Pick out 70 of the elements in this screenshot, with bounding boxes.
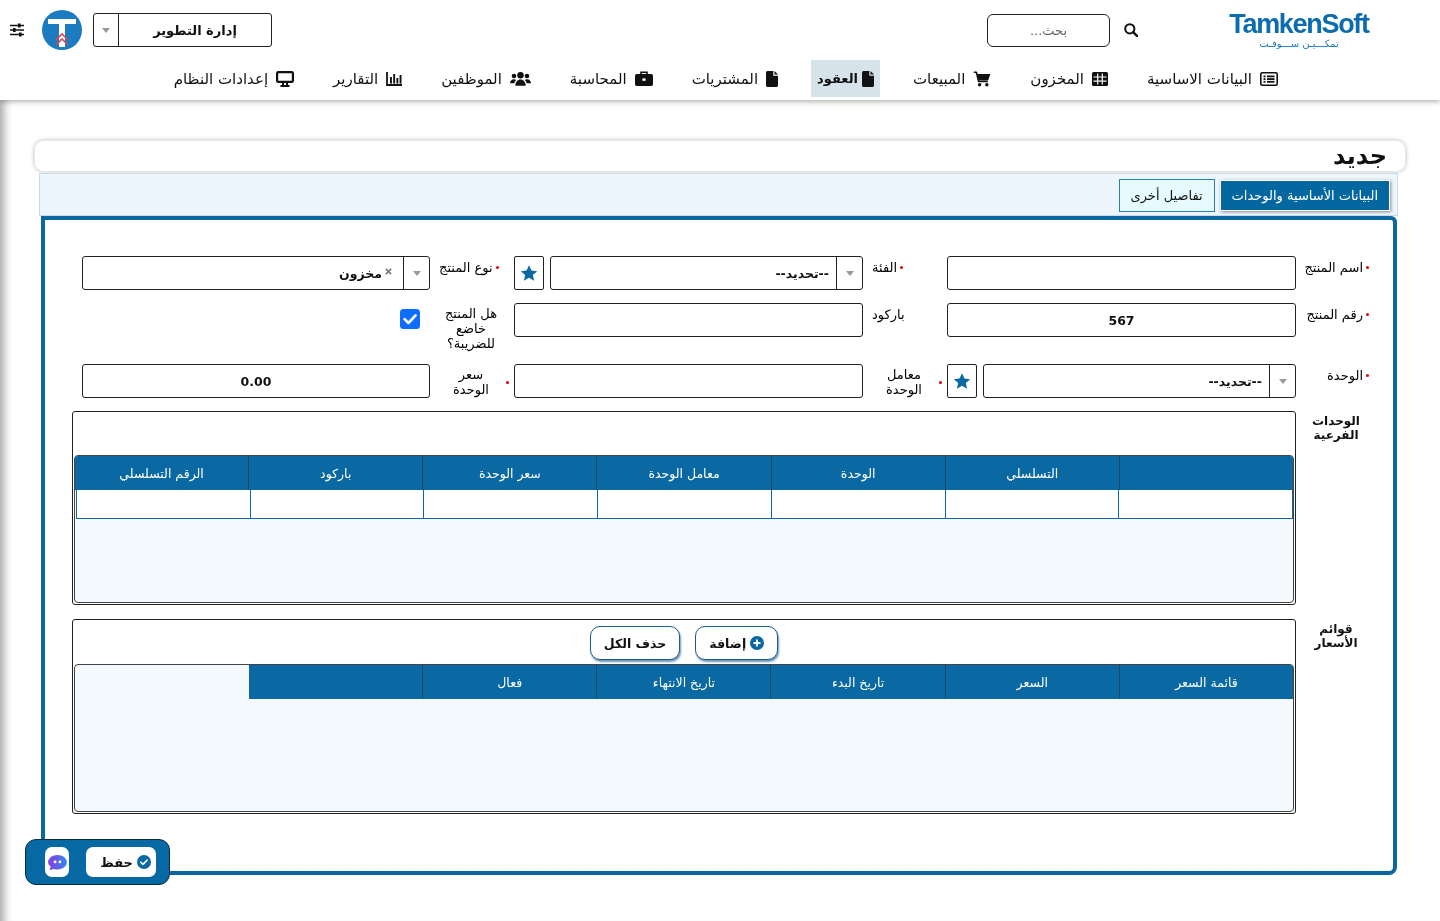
briefcase-icon — [634, 71, 653, 86]
checkbox[interactable] — [400, 309, 420, 329]
field-label: باركود — [872, 307, 905, 322]
tab[interactable]: تفاصيل أخرى — [1118, 179, 1215, 212]
users-icon — [509, 71, 531, 86]
nav-item[interactable]: المبيعات — [906, 60, 998, 97]
add-button[interactable]: إضافة — [695, 626, 779, 660]
nav-item[interactable]: المخزون — [1024, 60, 1114, 97]
field-label: معامل الوحدة — [885, 367, 923, 397]
nav-item[interactable]: الموظفين — [435, 60, 537, 97]
logo-tagline: تمكـــيـن ســـوفـت — [1259, 38, 1339, 50]
cart-icon — [973, 70, 992, 87]
multi-select-field[interactable]: مخزون — [82, 256, 430, 290]
search-field[interactable]: بحث... — [987, 13, 1110, 47]
select-field[interactable]: --تحديد-- — [983, 364, 1296, 398]
plus-circle-icon — [750, 636, 765, 650]
org-select[interactable]: إدارة التطوير — [93, 13, 272, 47]
star-icon — [953, 372, 971, 390]
field-label: رقم المنتج — [1306, 307, 1363, 322]
field-label: الوحدة — [1327, 368, 1363, 383]
grid-icon — [1092, 71, 1108, 86]
section-label: قوائم الأسعار — [1313, 621, 1359, 650]
section-label: الوحدات الفرعية — [1311, 413, 1361, 442]
field-label: هل المنتج خاضع للضريبة؟ — [443, 306, 499, 351]
t-logo-icon — [42, 10, 82, 50]
field-label: نوع المنتج — [439, 260, 493, 275]
column-header: الرقم التسلسلي — [118, 464, 205, 484]
list-icon — [1260, 71, 1278, 86]
text-field[interactable] — [947, 256, 1296, 290]
caret-icon — [412, 270, 421, 276]
monitor-icon — [276, 70, 295, 87]
text-field[interactable] — [514, 303, 863, 337]
nav-item[interactable]: المحاسبة — [563, 60, 659, 97]
nav-item[interactable]: التقارير — [327, 60, 409, 97]
star-icon — [520, 264, 538, 282]
column-header: تاريخ الانتهاء — [596, 665, 771, 699]
remove-icon[interactable] — [385, 267, 392, 275]
nav-item[interactable]: البيانات الاساسية — [1141, 60, 1284, 97]
column-header: السعر — [944, 665, 1119, 699]
column-header: تاريخ البدء — [770, 665, 945, 699]
column-header: قائمة السعر — [1118, 665, 1293, 699]
caret-icon — [1278, 378, 1287, 384]
save-button[interactable]: حفظ — [86, 847, 156, 877]
text-field[interactable]: 0.00 — [82, 364, 430, 398]
field-label: اسم المنتج — [1304, 260, 1363, 275]
sliders-icon[interactable] — [10, 23, 24, 37]
star-button[interactable] — [514, 256, 544, 290]
nav-item[interactable]: المشتريات — [685, 60, 785, 97]
logo-wordmark: TamkenSoft — [1229, 10, 1369, 38]
text-field[interactable]: 567 — [947, 303, 1296, 337]
check-circle-icon — [137, 855, 151, 869]
search-icon[interactable] — [1124, 23, 1138, 37]
file-icon — [861, 70, 874, 87]
select-field[interactable]: --تحديد-- — [550, 256, 863, 290]
column-header: فعال — [422, 665, 597, 699]
bar-chart-icon — [386, 71, 403, 86]
text-field[interactable] — [514, 364, 863, 398]
gradient-bubble-icon — [47, 854, 67, 870]
field-label: الفئة — [872, 260, 898, 275]
file-icon — [766, 70, 779, 87]
field-label: سعر الوحدة — [452, 367, 490, 397]
caret-icon — [845, 270, 854, 276]
nav-item[interactable]: العقود — [811, 60, 880, 97]
page-title: جديد — [1332, 141, 1387, 171]
icon-button[interactable] — [45, 847, 70, 877]
nav-item[interactable]: إعدادات النظام — [167, 60, 301, 97]
caret-icon — [102, 27, 110, 33]
star-button[interactable] — [947, 364, 977, 398]
tab[interactable]: البيانات الأساسية والوحدات — [1219, 180, 1390, 211]
delete-all-button[interactable]: حذف الكل — [589, 626, 681, 660]
